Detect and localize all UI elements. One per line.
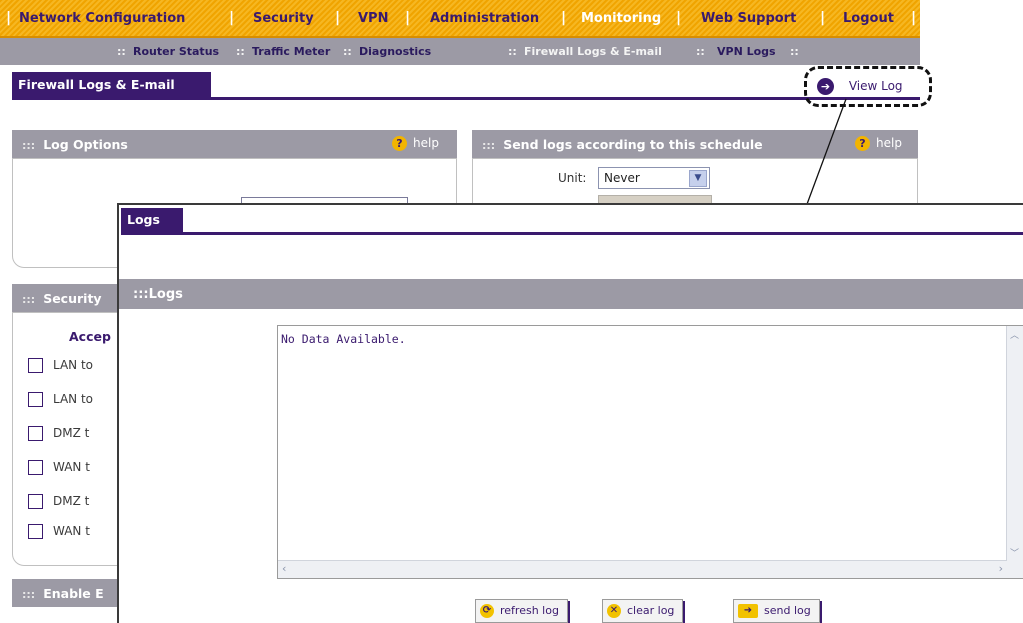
subnav-router-status[interactable]: Router Status bbox=[133, 45, 219, 58]
logs-content: No Data Available. bbox=[281, 332, 406, 346]
nav-network-configuration[interactable]: Network Configuration bbox=[19, 11, 185, 26]
nav-web-support[interactable]: Web Support bbox=[701, 11, 796, 26]
subnav-separator: :: bbox=[117, 45, 126, 58]
log-checkbox-row[interactable]: WAN t bbox=[28, 460, 90, 475]
unit-select-value: Never bbox=[604, 171, 640, 185]
nav-separator: | bbox=[911, 10, 917, 26]
logs-textarea[interactable]: No Data Available. ︿ ﹀ ‹ › bbox=[277, 325, 1023, 579]
help-link[interactable]: ? help bbox=[855, 136, 902, 151]
log-checkbox-row[interactable]: LAN to bbox=[28, 358, 93, 373]
chevron-down-icon: ▼ bbox=[689, 170, 707, 187]
logs-window: Logs :::Logs No Data Available. ︿ ﹀ ‹ › … bbox=[117, 203, 1023, 623]
log-checkbox-row[interactable]: DMZ t bbox=[28, 494, 89, 509]
refresh-icon: ⟳ bbox=[480, 604, 494, 618]
subnav-separator: :: bbox=[508, 45, 517, 58]
send-icon: ➜ bbox=[738, 604, 758, 618]
nav-logout[interactable]: Logout bbox=[843, 11, 894, 26]
nav-vpn[interactable]: VPN bbox=[358, 11, 388, 26]
checkbox[interactable] bbox=[28, 358, 43, 373]
nav-separator: | bbox=[229, 10, 235, 26]
checkbox-label: LAN to bbox=[53, 358, 94, 372]
help-icon: ? bbox=[855, 136, 870, 151]
checkbox[interactable] bbox=[28, 426, 43, 441]
scroll-up-icon[interactable]: ︿ bbox=[1010, 328, 1019, 341]
checkbox-label: DMZ t bbox=[53, 426, 90, 440]
sub-nav: :: Router Status :: Traffic Meter :: Dia… bbox=[0, 38, 920, 65]
log-checkbox-row[interactable]: LAN to bbox=[28, 392, 93, 407]
nav-separator: | bbox=[561, 10, 567, 26]
send-log-button[interactable]: ➜ send log bbox=[733, 599, 820, 623]
nav-separator: | bbox=[6, 10, 12, 26]
logs-tab: Logs bbox=[121, 208, 183, 232]
subnav-firewall-logs[interactable]: Firewall Logs & E-mail bbox=[524, 45, 662, 58]
subnav-traffic-meter[interactable]: Traffic Meter bbox=[252, 45, 330, 58]
unit-select[interactable]: Never ▼ bbox=[598, 167, 710, 189]
help-link[interactable]: ? help bbox=[392, 136, 439, 151]
nav-administration[interactable]: Administration bbox=[430, 11, 539, 26]
clear-icon: ✕ bbox=[607, 604, 621, 618]
enable-email-title: Enable E bbox=[43, 586, 104, 601]
scroll-right-icon[interactable]: › bbox=[999, 562, 1003, 575]
checkbox-label: WAN t bbox=[53, 460, 90, 474]
security-header: ::: Security bbox=[12, 284, 120, 312]
unit-label: Unit: bbox=[558, 171, 587, 185]
nav-monitoring[interactable]: Monitoring bbox=[581, 11, 661, 26]
nav-separator: | bbox=[335, 10, 341, 26]
help-label: help bbox=[413, 136, 439, 150]
schedule-header: ::: Send logs according to this schedule … bbox=[472, 130, 918, 158]
checkbox-label: WAN t bbox=[53, 524, 90, 538]
subnav-separator: :: bbox=[343, 45, 352, 58]
scroll-down-icon[interactable]: ﹀ bbox=[1010, 546, 1019, 559]
checkbox-label: DMZ t bbox=[53, 494, 90, 508]
help-icon: ? bbox=[392, 136, 407, 151]
clear-log-button[interactable]: ✕ clear log bbox=[602, 599, 684, 623]
accept-label: Accep bbox=[69, 329, 111, 344]
scroll-left-icon[interactable]: ‹ bbox=[282, 562, 286, 575]
logs-section-title: Logs bbox=[148, 287, 183, 302]
help-label: help bbox=[876, 136, 902, 150]
vertical-scrollbar[interactable]: ︿ ﹀ bbox=[1006, 326, 1023, 561]
schedule-panel: Unit: Never ▼ bbox=[472, 158, 918, 209]
page-tab-firewall-logs: Firewall Logs & E-mail bbox=[12, 72, 211, 97]
checkbox[interactable] bbox=[28, 460, 43, 475]
enable-email-header: ::: Enable E bbox=[12, 579, 120, 607]
logs-tab-underline bbox=[121, 232, 1023, 235]
nav-separator: | bbox=[676, 10, 682, 26]
refresh-log-label: refresh log bbox=[500, 604, 559, 617]
clear-log-label: clear log bbox=[627, 604, 675, 617]
security-title: Security bbox=[43, 291, 102, 306]
top-nav: | Network Configuration | Security | VPN… bbox=[0, 0, 920, 38]
log-options-header: ::: Log Options ? help bbox=[12, 130, 457, 158]
subnav-separator: :: bbox=[790, 45, 799, 58]
checkbox[interactable] bbox=[28, 494, 43, 509]
refresh-log-button[interactable]: ⟳ refresh log bbox=[475, 599, 568, 623]
nav-security[interactable]: Security bbox=[253, 11, 314, 26]
subnav-separator: :: bbox=[696, 45, 705, 58]
subnav-vpn-logs[interactable]: VPN Logs bbox=[717, 45, 776, 58]
nav-separator: | bbox=[820, 10, 826, 26]
log-checkbox-row[interactable]: WAN t bbox=[28, 524, 90, 539]
log-options-title: Log Options bbox=[43, 137, 128, 152]
checkbox[interactable] bbox=[28, 392, 43, 407]
log-checkbox-row[interactable]: DMZ t bbox=[28, 426, 89, 441]
subnav-separator: :: bbox=[236, 45, 245, 58]
logs-section-header: :::Logs bbox=[119, 279, 1023, 309]
scroll-corner bbox=[1007, 561, 1023, 578]
send-log-label: send log bbox=[764, 604, 811, 617]
subnav-diagnostics[interactable]: Diagnostics bbox=[359, 45, 431, 58]
horizontal-scrollbar[interactable]: ‹ › bbox=[278, 560, 1007, 578]
schedule-title: Send logs according to this schedule bbox=[503, 137, 763, 152]
checkbox-label: LAN to bbox=[53, 392, 94, 406]
nav-separator: | bbox=[405, 10, 411, 26]
checkbox[interactable] bbox=[28, 524, 43, 539]
